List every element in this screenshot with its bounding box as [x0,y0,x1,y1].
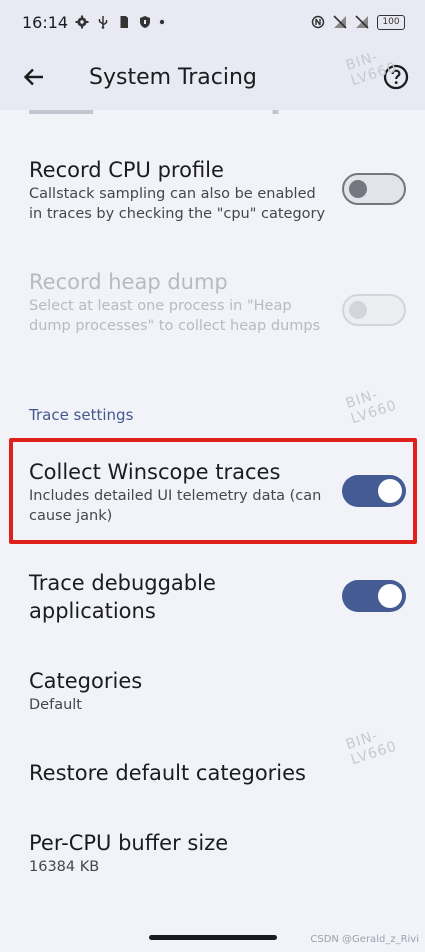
pref-title: Per-CPU buffer size [29,831,229,855]
usb-icon [98,16,108,29]
pref-restore-defaults[interactable]: Restore default categories [29,759,329,787]
pref-title: Trace debuggable applications [29,571,216,623]
pref-title: Record CPU profile [29,158,224,182]
pref-title: Categories [29,669,143,693]
pref-title: Restore default categories [29,761,306,785]
credit-watermark: CSDN @Gerald_z_Rivi [310,934,419,945]
section-header-trace-settings: Trace settings [29,406,134,424]
clipped-previous-summary [29,110,319,114]
pref-buffer-size[interactable]: Per-CPU buffer size 16384 KB [29,829,329,878]
pref-debuggable[interactable]: Trace debuggable applications [29,569,269,625]
status-left: 16:14 [22,13,165,32]
status-right: 100 [311,14,405,30]
pref-categories[interactable]: Categories Default [29,667,329,716]
page-title: System Tracing [89,64,257,90]
pref-summary: 16384 KB [29,859,100,875]
preference-list: Record CPU profile Callstack sampling ca… [0,110,425,952]
pref-record-heap: Record heap dump Select at least one pro… [29,268,329,336]
gesture-nav-handle[interactable] [149,935,277,940]
pref-summary: Select at least one process in "Heap dum… [29,298,321,334]
highlight-box [9,438,417,544]
debuggable-toggle[interactable] [342,580,406,612]
status-time: 16:14 [22,12,69,32]
status-bar: 16:14 100 [0,0,425,44]
back-button[interactable] [17,60,51,94]
no-signal-icon-2 [355,15,369,29]
no-signal-icon [333,15,347,29]
toggle-knob [378,584,402,608]
battery-icon: 100 [377,14,405,30]
nfc-icon [311,15,325,29]
pref-record-cpu[interactable]: Record CPU profile Callstack sampling ca… [29,156,329,224]
notification-dot-icon [159,19,165,25]
shield-icon [140,16,151,28]
arrow-back-icon [23,68,43,86]
record-heap-toggle [342,294,406,326]
sim-card-icon [120,16,129,28]
pref-summary: Default [29,697,82,713]
watermark-mid: BIN-LV660 [343,386,400,428]
toggle-knob [349,180,367,198]
settings-gear-icon [75,15,89,29]
pref-title: Record heap dump [29,270,228,294]
watermark-bottom: BIN-LV660 [343,727,400,769]
toggle-knob [349,301,367,319]
pref-summary: Callstack sampling can also be enabled i… [29,186,326,222]
record-cpu-toggle[interactable] [342,173,406,205]
